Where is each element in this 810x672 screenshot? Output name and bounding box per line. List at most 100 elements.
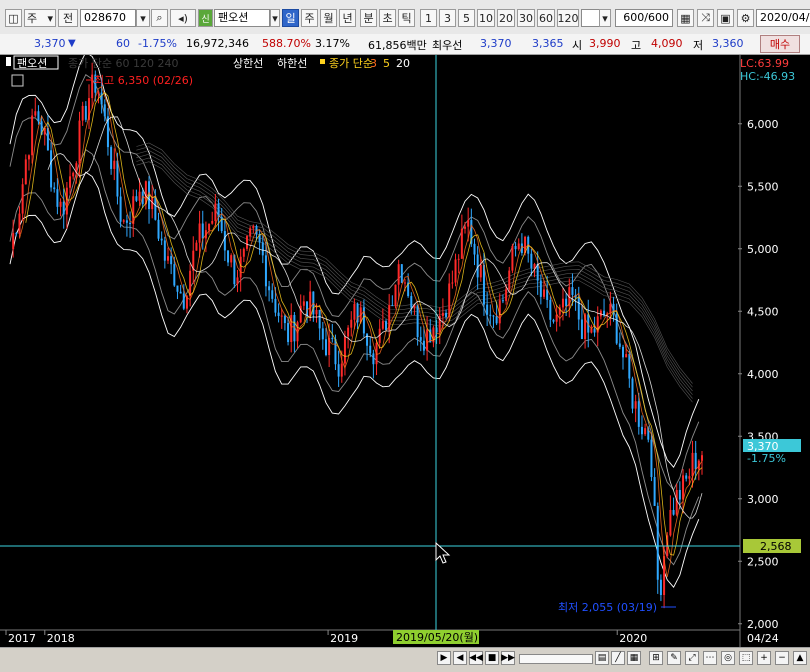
candle-body (391, 305, 394, 307)
candle-body (252, 226, 255, 229)
trend-tool-icon[interactable]: ⤢ (685, 651, 699, 665)
interval-10-button[interactable]: 10 (477, 9, 495, 27)
candle-body (287, 323, 290, 343)
count-input[interactable]: 600/600 (615, 9, 673, 27)
candle-body (552, 319, 555, 322)
buy-button[interactable]: 매수 (760, 35, 800, 53)
lc-label: LC:63.99 (740, 57, 789, 70)
change-value: 60 (116, 37, 130, 50)
chart-menu-icon[interactable]: ◫ (5, 9, 22, 27)
candle-body (656, 505, 659, 580)
ruler-tool-icon[interactable]: ⊞ (649, 651, 663, 665)
candle-body (176, 285, 179, 292)
interval-30-button[interactable]: 30 (517, 9, 535, 27)
period-year-button[interactable]: 년 (339, 9, 356, 27)
save-icon[interactable]: ▣ (717, 9, 734, 27)
candle-body (81, 105, 84, 121)
stock-name-dropdown-icon[interactable]: ▾ (270, 9, 280, 27)
code-dropdown-icon[interactable]: ▾ (136, 9, 150, 27)
last-button[interactable]: ▶▶ (501, 651, 515, 665)
market-type-button[interactable]: 전 (58, 9, 78, 27)
candle-body (495, 316, 498, 324)
best-ask-label: 최우선 (432, 39, 463, 52)
candle-body (508, 270, 511, 290)
date-input[interactable]: 2020/04/ (756, 9, 810, 27)
candle-body (555, 314, 558, 322)
zoom-out-button[interactable]: − (775, 651, 789, 665)
interval-120-button[interactable]: 120 (557, 9, 579, 27)
draw-tool-icon[interactable]: ✎ (667, 651, 681, 665)
period-week-button[interactable]: 주 (301, 9, 318, 27)
candle-body (565, 298, 568, 307)
candle-body (135, 196, 138, 201)
hc-label: HC:-46.93 (740, 70, 795, 83)
candle-body (268, 286, 271, 291)
candle-body (580, 319, 583, 340)
period-minute-button[interactable]: 분 (360, 9, 377, 27)
candle-body (214, 203, 217, 222)
candle-body (160, 238, 163, 241)
candle-body (331, 337, 334, 340)
stop-button[interactable]: ■ (485, 651, 499, 665)
zoom-in-button[interactable]: + (757, 651, 771, 665)
interval-20-button[interactable]: 20 (497, 9, 515, 27)
expand-tool-icon[interactable]: ⬚ (739, 651, 753, 665)
play-button[interactable]: ▶ (437, 651, 451, 665)
y-tick-label: 4,500 (747, 305, 779, 318)
candle-body (489, 314, 492, 316)
candle-body (479, 264, 482, 278)
pattern-tool-icon[interactable]: ⋯ (703, 651, 717, 665)
interval-60-button[interactable]: 60 (537, 9, 555, 27)
code-input[interactable]: 028670 (80, 9, 136, 27)
fill-tool-icon[interactable]: ▦ (627, 651, 641, 665)
scroll-up-button[interactable]: ▲ (793, 651, 807, 665)
candle-body (27, 155, 30, 160)
scroll-track[interactable] (519, 654, 593, 664)
candle-body (211, 221, 214, 224)
bottom-toolbar: ▶ ◀ ◀◀ ■ ▶▶ ▤ ╱ ▦ ⊞ ✎ ⤢ ⋯ ◎ ⬚ + − ▲ (0, 647, 810, 672)
candle-body (353, 303, 356, 320)
candle-body (561, 298, 564, 308)
period-day-button[interactable]: 일 (282, 9, 299, 27)
period-second-button[interactable]: 초 (379, 9, 396, 27)
new-badge: 신 (198, 9, 213, 27)
grid-tool-icon[interactable]: ▦ (677, 9, 694, 27)
stock-name-field[interactable]: 팬오션 (214, 9, 270, 27)
interval-dropdown-icon[interactable]: ▾ (599, 9, 611, 27)
candle-body (72, 172, 75, 177)
interval-1-button[interactable]: 1 (420, 9, 437, 27)
crosshair-price: 2,568 (760, 540, 792, 553)
interval-5-button[interactable]: 5 (458, 9, 475, 27)
candle-body (678, 489, 681, 500)
candle-body (318, 309, 321, 329)
first-button[interactable]: ◀◀ (469, 651, 483, 665)
period-month-button[interactable]: 월 (320, 9, 337, 27)
candle-body (701, 455, 703, 461)
legend-ma-hidden: 종가 단순 60 120 240 (68, 57, 178, 70)
price-chart[interactable]: 2,0002,5003,0003,5004,0004,5005,0005,500… (0, 55, 810, 655)
candle-body (381, 321, 384, 329)
line-tool-icon[interactable]: ╱ (611, 651, 625, 665)
market-select[interactable]: 주 ▾ (24, 9, 56, 27)
prev-button[interactable]: ◀ (453, 651, 467, 665)
interval-3-button[interactable]: 3 (439, 9, 456, 27)
candle-body (170, 256, 173, 265)
zoom-tool-icon[interactable]: ◎ (721, 651, 735, 665)
compare-tool-icon[interactable]: ⤨ (697, 9, 714, 27)
speaker-icon[interactable]: ◂) (170, 9, 196, 27)
gear-icon[interactable]: ⚙ (737, 9, 754, 27)
candle-body (634, 401, 637, 409)
crosshair-date: 2019/05/20(월) (396, 631, 478, 644)
search-icon[interactable]: ⌕ (151, 9, 168, 27)
low-value: 3,360 (712, 37, 744, 50)
x-tick-label: 2020 (619, 632, 647, 645)
y-tick-label: 5,500 (747, 180, 779, 193)
bar-chart-tool-icon[interactable]: ▤ (595, 651, 609, 665)
candle-body (454, 259, 457, 283)
candle-body (400, 264, 403, 283)
candle-body (122, 220, 125, 222)
candle-body (543, 289, 546, 297)
legend-ma-20: 20 (396, 57, 410, 70)
candle-body (302, 301, 305, 306)
period-tick-button[interactable]: 틱 (398, 9, 415, 27)
